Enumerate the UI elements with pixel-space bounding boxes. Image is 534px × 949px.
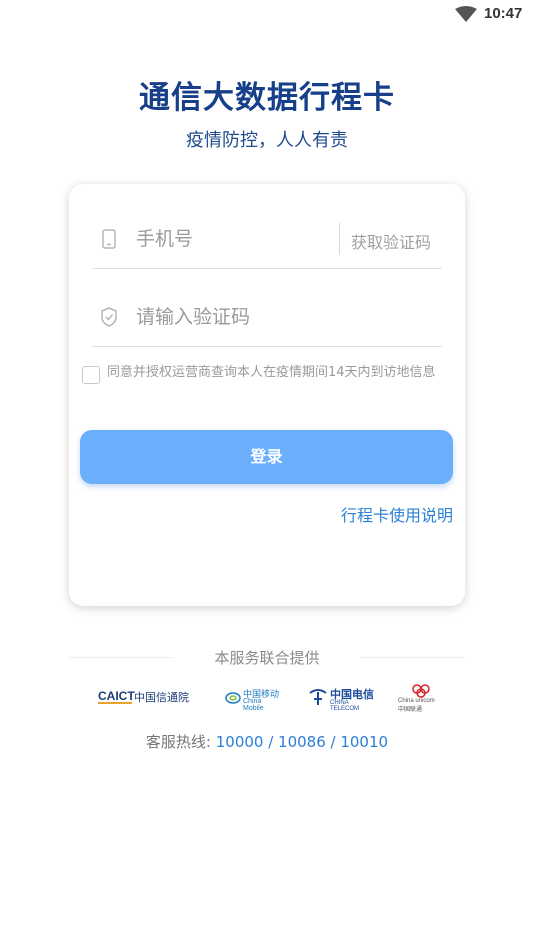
phone-input[interactable] — [136, 223, 326, 255]
code-field-row — [92, 287, 442, 347]
provider-logos: CAICT 中国信通院 中国移动 China Mobile 中国电信 CHINA… — [0, 684, 534, 714]
wifi-icon — [455, 6, 477, 22]
page-title: 通信大数据行程卡 — [139, 80, 395, 116]
china-mobile-logo-en: China Mobile — [243, 698, 264, 712]
get-code-button[interactable]: 获取验证码 — [351, 229, 431, 253]
status-time: 10:47 — [484, 5, 523, 22]
hotline-numbers[interactable]: 10000 / 10086 / 10010 — [216, 733, 388, 751]
code-input[interactable] — [136, 301, 426, 333]
agreement-checkbox[interactable] — [82, 366, 100, 384]
china-unicom-icon — [412, 684, 430, 698]
divider-line-right — [360, 657, 465, 658]
china-mobile-logo: 中国移动 China Mobile — [225, 684, 283, 712]
usage-help-link[interactable]: 行程卡使用说明 — [341, 502, 453, 526]
login-button[interactable]: 登录 — [80, 430, 453, 484]
hotline-label: 客服热线: — [145, 733, 216, 751]
china-mobile-icon — [225, 692, 241, 704]
phone-icon — [102, 229, 116, 249]
china-telecom-logo: 中国电信 CHINA TELECOM — [308, 684, 374, 712]
page-subtitle: 疫情防控，人人有责 — [186, 130, 348, 151]
china-unicom-logo: China unicom中国联通 — [398, 684, 440, 713]
china-telecom-icon — [309, 689, 327, 705]
hotline: 客服热线: 10000 / 10086 / 10010 — [0, 731, 534, 752]
china-telecom-logo-en: CHINA TELECOM — [330, 700, 360, 712]
field-divider — [339, 223, 340, 255]
phone-field-row: 获取验证码 — [92, 209, 442, 269]
login-card: 获取验证码 同意并授权运营商查询本人在疫情期间14天内到访地信息 登录 行程卡使… — [69, 184, 465, 606]
shield-icon — [101, 307, 117, 327]
caict-logo: CAICT 中国信通院 — [98, 684, 196, 712]
caict-logo-zh: 中国信通院 — [134, 691, 189, 704]
agreement-text: 同意并授权运营商查询本人在疫情期间14天内到访地信息 — [107, 365, 436, 380]
status-bar: 10:47 — [0, 0, 534, 30]
providers-heading: 本服务联合提供 — [69, 647, 465, 669]
china-unicom-logo-text: China unicom中国联通 — [398, 698, 435, 713]
caict-logo-bar — [98, 702, 132, 704]
caict-logo-en: CAICT — [98, 689, 135, 703]
